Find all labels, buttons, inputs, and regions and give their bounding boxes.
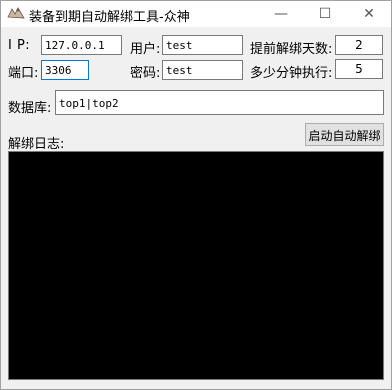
minimize-button[interactable]: — bbox=[259, 1, 303, 27]
close-button[interactable]: ✕ bbox=[347, 1, 391, 27]
interval-label: 多少分钟执行: bbox=[250, 66, 333, 81]
log-output[interactable] bbox=[8, 151, 384, 380]
password-label: 密码: bbox=[130, 66, 161, 81]
user-label: 用户: bbox=[130, 42, 161, 57]
log-label: 解绑日志: bbox=[8, 137, 65, 152]
port-input[interactable]: 3306 bbox=[41, 60, 89, 80]
database-input[interactable]: top1|top2 bbox=[55, 90, 384, 115]
database-label: 数据库: bbox=[8, 101, 52, 116]
interval-input[interactable]: 5 bbox=[335, 59, 383, 79]
port-label: 端口: bbox=[8, 66, 39, 81]
advance-days-input[interactable]: 2 bbox=[335, 35, 383, 55]
app-window: 装备到期自动解绑工具-众神 — ☐ ✕ I P: 127.0.0.1 用户: t… bbox=[0, 0, 392, 390]
ip-input[interactable]: 127.0.0.1 bbox=[41, 35, 122, 55]
maximize-button[interactable]: ☐ bbox=[303, 1, 347, 27]
password-input[interactable]: test bbox=[162, 60, 243, 80]
app-logo-icon bbox=[7, 5, 25, 21]
start-auto-unbind-button[interactable]: 启动自动解绑 bbox=[305, 123, 384, 146]
advance-days-label: 提前解绑天数: bbox=[250, 42, 333, 57]
title-bar[interactable]: 装备到期自动解绑工具-众神 — ☐ ✕ bbox=[1, 1, 391, 27]
window-title: 装备到期自动解绑工具-众神 bbox=[29, 10, 190, 25]
user-input[interactable]: test bbox=[162, 35, 243, 55]
ip-label: I P: bbox=[8, 38, 31, 53]
